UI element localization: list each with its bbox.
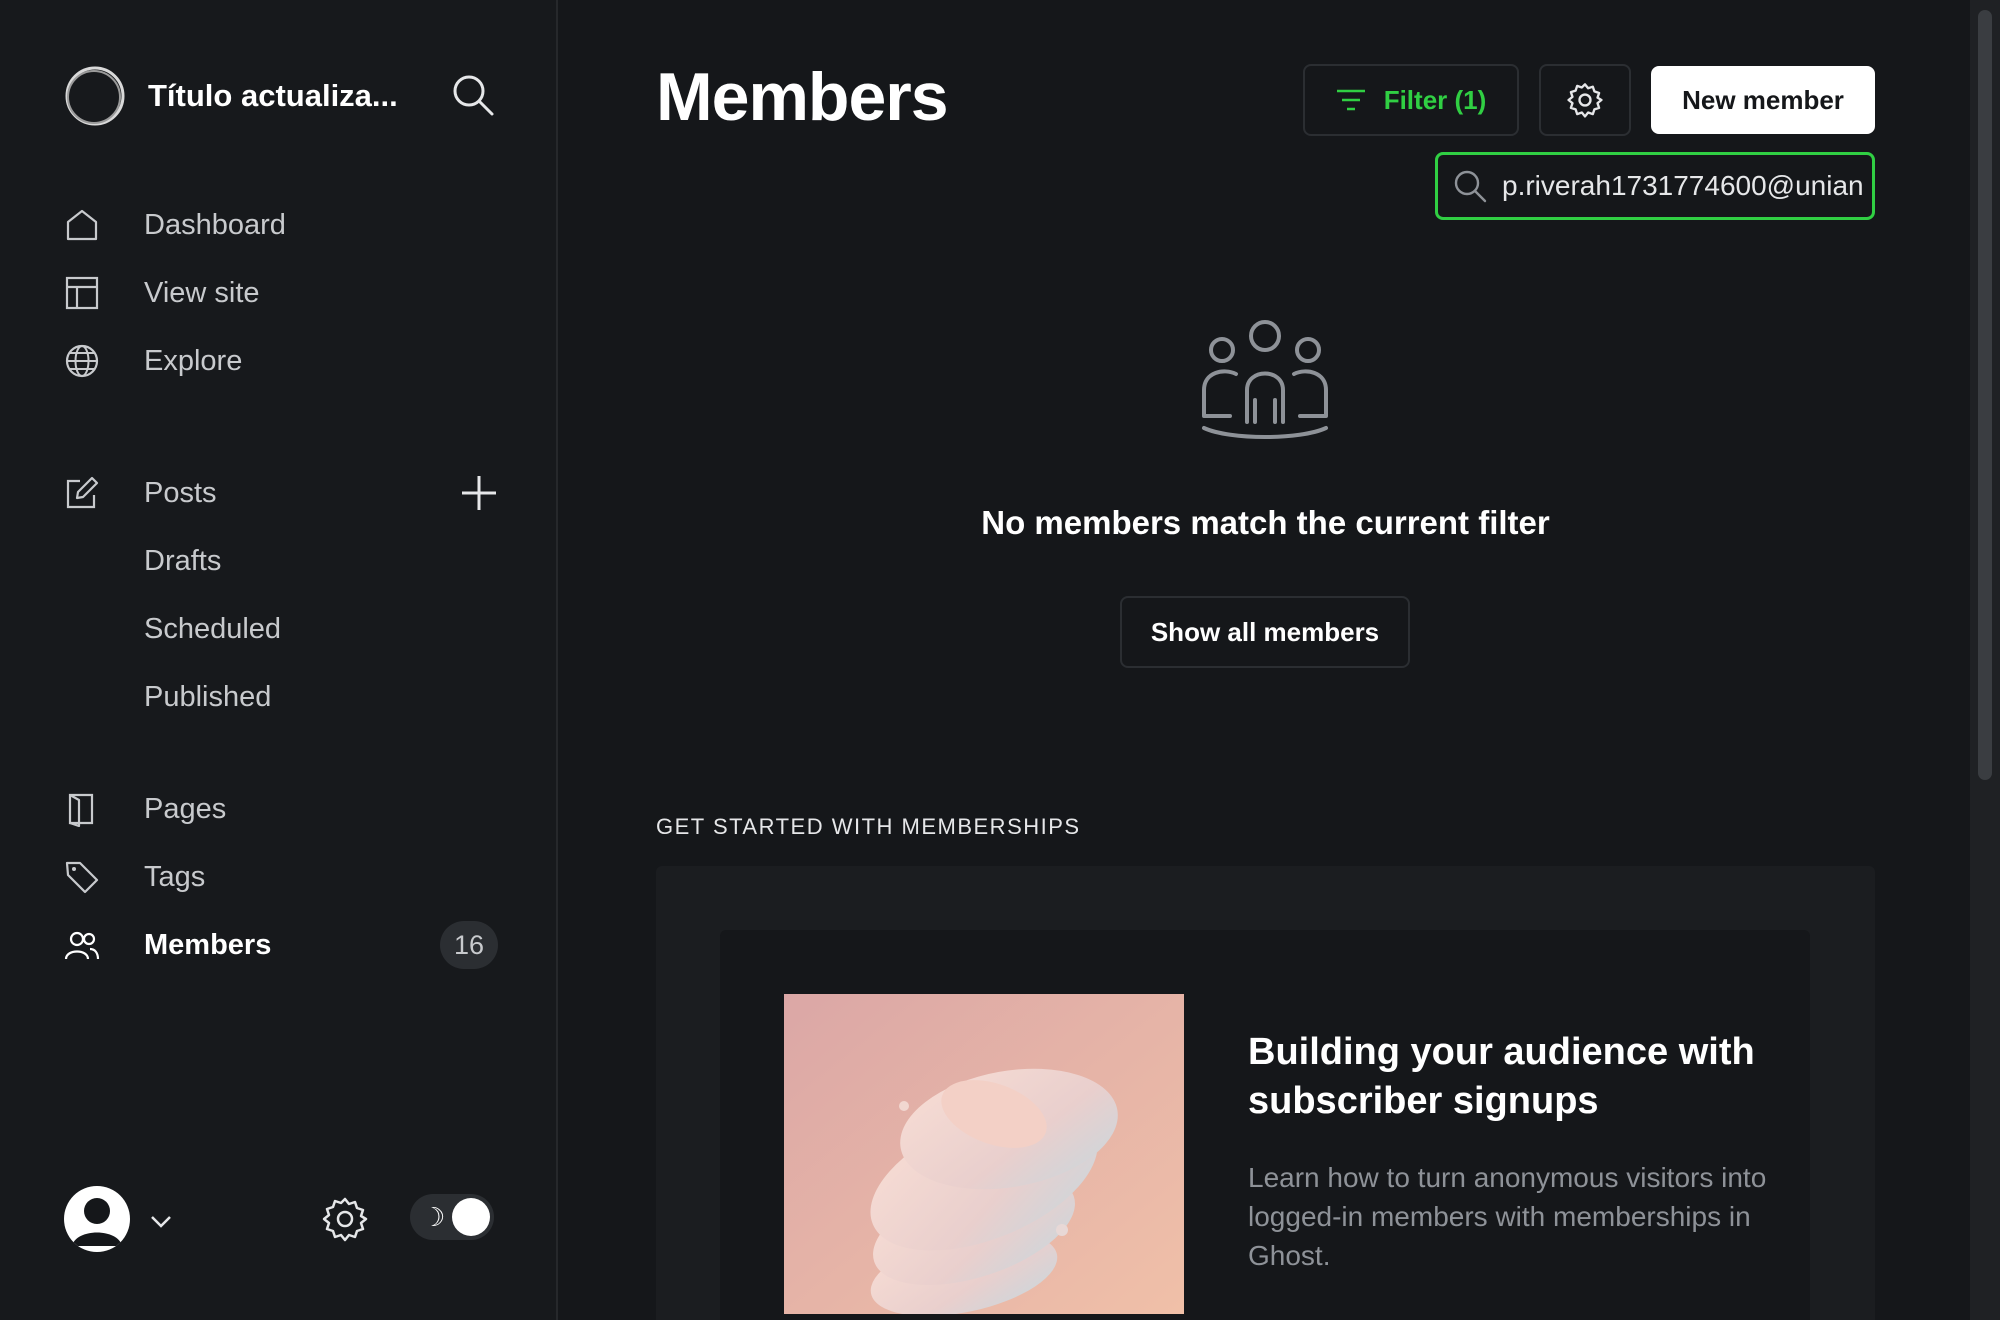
globe-icon: [64, 341, 124, 381]
nav-view-site[interactable]: View site: [64, 263, 504, 323]
nav-label: Dashboard: [144, 208, 286, 241]
nav-label: Explore: [144, 344, 243, 377]
abstract-shapes-image: [784, 994, 1184, 1314]
tutorial-title: Building your audience with subscriber s…: [1248, 1031, 1755, 1123]
settings-button[interactable]: [1539, 64, 1631, 136]
gear-icon[interactable]: [322, 1196, 368, 1242]
theme-toggle[interactable]: ☽: [410, 1194, 494, 1240]
nav-posts[interactable]: Posts: [64, 463, 504, 523]
tag-icon: [64, 857, 124, 897]
section-heading: GET STARTED WITH MEMBERSHIPS: [656, 814, 1081, 839]
sidebar-footer: ☽: [64, 1182, 504, 1252]
get-started-section: Building your audience with subscriber s…: [656, 866, 1875, 1320]
site-title: Título actualiza...: [148, 78, 398, 113]
sidebar: Título actualiza... Dashboard View site …: [0, 0, 558, 1320]
members-icon: [64, 925, 124, 965]
avatar-icon: [72, 1198, 122, 1246]
nav-members[interactable]: Members 16: [64, 915, 504, 975]
tutorial-description: Learn how to turn anonymous visitors int…: [1248, 1162, 1767, 1272]
nav-scheduled[interactable]: Scheduled: [144, 601, 281, 657]
toggle-knob: [452, 1198, 490, 1236]
show-all-members-button[interactable]: Show all members: [1120, 596, 1410, 668]
members-count-badge: 16: [440, 921, 498, 969]
nav-label: Members: [144, 928, 272, 961]
nav-label: Posts: [144, 476, 217, 509]
filter-label: Filter (1): [1383, 84, 1487, 115]
search-icon[interactable]: [450, 72, 496, 118]
gear-icon: [1567, 83, 1603, 118]
new-member-button[interactable]: New member: [1651, 66, 1875, 134]
moon-icon: ☽: [422, 1202, 446, 1232]
nav-published[interactable]: Published: [144, 669, 271, 725]
layout-icon: [64, 273, 124, 313]
user-avatar[interactable]: [64, 1186, 130, 1252]
scrollbar-thumb[interactable]: [1978, 10, 1992, 780]
search-icon: [1454, 170, 1487, 203]
member-search[interactable]: [1435, 152, 1875, 220]
site-logo-icon: [65, 66, 125, 126]
edit-icon: [64, 473, 124, 513]
scrollbar[interactable]: [1970, 0, 2000, 1320]
filter-icon: [1336, 89, 1365, 111]
filter-button[interactable]: Filter (1): [1303, 64, 1519, 136]
tutorial-card[interactable]: Building your audience with subscriber s…: [720, 930, 1810, 1320]
nav-drafts[interactable]: Drafts: [144, 533, 221, 589]
empty-state-message: No members match the current filter: [981, 504, 1550, 541]
chevron-down-icon[interactable]: [146, 1206, 176, 1236]
page-title: Members: [656, 59, 949, 135]
main-content: Members Filter (1) New member p.riverah1…: [560, 0, 1970, 1320]
nav-label: Tags: [144, 860, 206, 893]
nav-dashboard[interactable]: Dashboard: [64, 195, 504, 255]
nav-pages[interactable]: Pages: [64, 779, 504, 839]
brand[interactable]: Título actualiza...: [64, 64, 398, 128]
members-empty-icon: [1202, 320, 1328, 439]
tutorial-image: [784, 994, 1184, 1314]
nav-tags[interactable]: Tags: [64, 847, 504, 907]
nav-explore[interactable]: Explore: [64, 331, 504, 391]
page-icon: [64, 789, 124, 829]
new-post-plus-icon[interactable]: [456, 470, 502, 516]
home-icon: [64, 205, 124, 245]
nav-label: View site: [144, 276, 260, 309]
member-search-input[interactable]: [1502, 170, 1872, 202]
nav-label: Pages: [144, 792, 227, 825]
